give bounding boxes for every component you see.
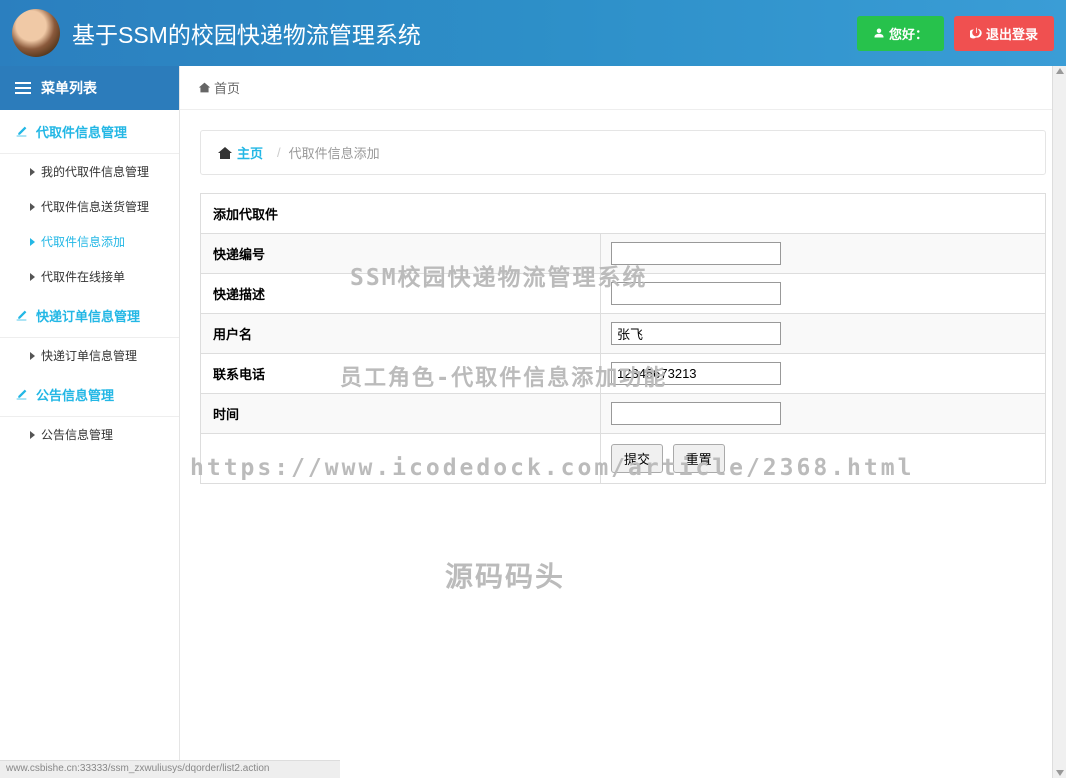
menu-item-notice-mgmt[interactable]: 公告信息管理 (0, 417, 179, 452)
breadcrumb-sep: / (277, 145, 281, 160)
breadcrumb-home-label[interactable]: 首页 (214, 78, 240, 97)
input-time[interactable] (611, 402, 781, 425)
content: 首页 主页 / 代取件信息添加 添加代取件 快递编号 快递描述 (180, 66, 1066, 778)
user-icon (873, 27, 885, 39)
input-express-no[interactable] (611, 242, 781, 265)
logout-label: 退出登录 (986, 24, 1038, 43)
hello-button[interactable]: 您好： (857, 16, 944, 51)
label-express-no: 快递编号 (201, 234, 601, 274)
menu-item-label: 代取件在线接单 (41, 268, 125, 285)
reset-button[interactable]: 重置 (673, 444, 725, 473)
menu-icon (15, 82, 31, 94)
menu-item-delivery[interactable]: 代取件信息送货管理 (0, 189, 179, 224)
edit-icon (15, 309, 28, 322)
avatar (12, 9, 60, 57)
form-table: 添加代取件 快递编号 快递描述 用户名 联系电话 (200, 193, 1046, 484)
menu-item-label: 快递订单信息管理 (41, 347, 137, 364)
input-username[interactable] (611, 322, 781, 345)
home-icon (217, 145, 233, 161)
submit-button[interactable]: 提交 (611, 444, 663, 473)
sidebar-header-label: 菜单列表 (41, 78, 97, 98)
home-icon (198, 81, 211, 94)
caret-icon (30, 431, 35, 439)
caret-icon (30, 352, 35, 360)
breadcrumb-home-link[interactable]: 主页 (237, 143, 263, 162)
caret-icon (30, 168, 35, 176)
menu-category-orders[interactable]: 快递订单信息管理 (0, 294, 179, 338)
sidebar-header: 菜单列表 (0, 66, 179, 110)
scroll-down-icon (1056, 770, 1064, 776)
menu-category-label: 公告信息管理 (36, 385, 114, 404)
sidebar: 菜单列表 代取件信息管理 我的代取件信息管理 代取件信息送货管理 代取件信息添加… (0, 66, 180, 778)
power-icon (970, 27, 982, 39)
logout-button[interactable]: 退出登录 (954, 16, 1054, 51)
input-phone[interactable] (611, 362, 781, 385)
breadcrumb-current: 代取件信息添加 (289, 143, 380, 162)
edit-icon (15, 125, 28, 138)
content-body: 主页 / 代取件信息添加 添加代取件 快递编号 快递描述 用户名 (180, 110, 1066, 778)
menu-category-label: 快递订单信息管理 (36, 306, 140, 325)
label-express-desc: 快递描述 (201, 274, 601, 314)
menu-item-add-pickup[interactable]: 代取件信息添加 (0, 224, 179, 259)
label-time: 时间 (201, 394, 601, 434)
breadcrumb-top: 首页 (180, 66, 1066, 110)
app-title: 基于SSM的校园快递物流管理系统 (72, 16, 857, 50)
menu-item-label: 代取件信息添加 (41, 233, 125, 250)
main-wrapper: 菜单列表 代取件信息管理 我的代取件信息管理 代取件信息送货管理 代取件信息添加… (0, 66, 1066, 778)
menu-item-label: 我的代取件信息管理 (41, 163, 149, 180)
menu-item-label: 代取件信息送货管理 (41, 198, 149, 215)
edit-icon (15, 388, 28, 401)
form-title: 添加代取件 (201, 194, 1046, 234)
breadcrumb-panel: 主页 / 代取件信息添加 (200, 130, 1046, 175)
navbar: 基于SSM的校园快递物流管理系统 您好： 退出登录 (0, 0, 1066, 66)
caret-icon (30, 203, 35, 211)
menu-category-notice[interactable]: 公告信息管理 (0, 373, 179, 417)
menu-item-my-pickup[interactable]: 我的代取件信息管理 (0, 154, 179, 189)
hello-label: 您好： (889, 24, 928, 43)
label-username: 用户名 (201, 314, 601, 354)
caret-icon (30, 238, 35, 246)
status-bar: www.csbishe.cn:33333/ssm_zxwuliusys/dqor… (0, 760, 340, 778)
menu-item-order-mgmt[interactable]: 快递订单信息管理 (0, 338, 179, 373)
menu-item-accept-online[interactable]: 代取件在线接单 (0, 259, 179, 294)
caret-icon (30, 273, 35, 281)
menu-category-pickup[interactable]: 代取件信息管理 (0, 110, 179, 154)
scrollbar[interactable] (1052, 66, 1066, 778)
input-express-desc[interactable] (611, 282, 781, 305)
scroll-up-icon (1056, 68, 1064, 74)
label-phone: 联系电话 (201, 354, 601, 394)
menu-item-label: 公告信息管理 (41, 426, 113, 443)
menu-category-label: 代取件信息管理 (36, 122, 127, 141)
